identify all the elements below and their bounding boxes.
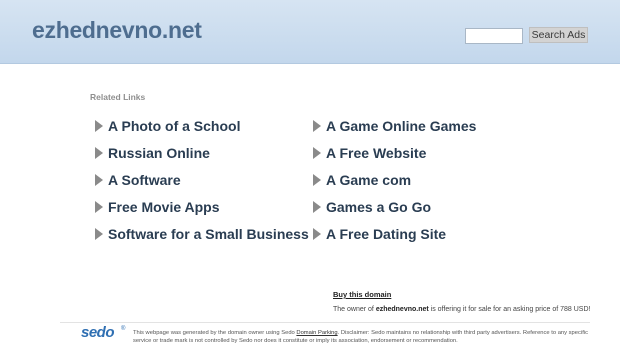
owner-suffix: is offering it for sale for an asking pr…	[428, 306, 591, 313]
footer-divider	[60, 322, 590, 323]
arrow-right-icon	[95, 227, 103, 240]
related-link[interactable]: A Free Website	[310, 139, 476, 166]
related-link[interactable]: Games a Go Go	[310, 193, 476, 220]
disclaimer-text-a: This webpage was generated by the domain…	[133, 330, 297, 336]
related-link-label[interactable]: Software for a Small Business	[108, 226, 309, 242]
related-link-label[interactable]: Free Movie Apps	[108, 199, 220, 215]
related-link-label[interactable]: A Software	[108, 172, 181, 188]
related-link[interactable]: Free Movie Apps	[92, 193, 309, 220]
arrow-right-icon	[95, 200, 103, 213]
arrow-right-icon	[313, 173, 321, 186]
owner-prefix: The owner of	[333, 306, 376, 313]
related-link-label[interactable]: A Free Dating Site	[326, 226, 446, 242]
site-title[interactable]: ezhednevno.net	[32, 17, 202, 44]
related-link[interactable]: A Photo of a School	[92, 112, 309, 139]
arrow-right-icon	[313, 146, 321, 159]
arrow-right-icon	[313, 227, 321, 240]
related-link-label[interactable]: A Game com	[326, 172, 411, 188]
related-link[interactable]: Software for a Small Business	[92, 220, 309, 247]
arrow-right-icon	[313, 119, 321, 132]
sale-offer-text: The owner of ezhednevno.net is offering …	[333, 306, 590, 313]
owner-domain: ezhednevno.net	[375, 306, 429, 313]
related-link-label[interactable]: Russian Online	[108, 145, 210, 161]
related-link-label[interactable]: A Photo of a School	[108, 118, 240, 134]
buy-domain-link[interactable]: Buy this domain	[333, 290, 391, 299]
arrow-right-icon	[313, 200, 321, 213]
related-links-left-column: A Photo of a School Russian Online A Sof…	[92, 112, 309, 247]
domain-parking-link[interactable]: Domain Parking	[296, 330, 337, 336]
arrow-right-icon	[95, 146, 103, 159]
related-link[interactable]: A Software	[92, 166, 309, 193]
related-link[interactable]: Russian Online	[92, 139, 309, 166]
related-link-label[interactable]: A Free Website	[326, 145, 426, 161]
search-input[interactable]	[465, 28, 523, 44]
related-link-label[interactable]: A Game Online Games	[326, 118, 476, 134]
header-bar: ezhednevno.net Search Ads	[0, 0, 620, 64]
registered-mark: ®	[121, 326, 126, 332]
search-ads-button[interactable]: Search Ads	[529, 27, 588, 43]
related-link-label[interactable]: Games a Go Go	[326, 199, 431, 215]
related-links-heading: Related Links	[90, 92, 146, 102]
related-link[interactable]: A Game Online Games	[310, 112, 476, 139]
related-link[interactable]: A Free Dating Site	[310, 220, 476, 247]
related-link[interactable]: A Game com	[310, 166, 476, 193]
sedo-logo[interactable]: sedo	[81, 324, 115, 341]
related-links-right-column: A Game Online Games A Free Website A Gam…	[310, 112, 476, 247]
arrow-right-icon	[95, 119, 103, 132]
arrow-right-icon	[95, 173, 103, 186]
